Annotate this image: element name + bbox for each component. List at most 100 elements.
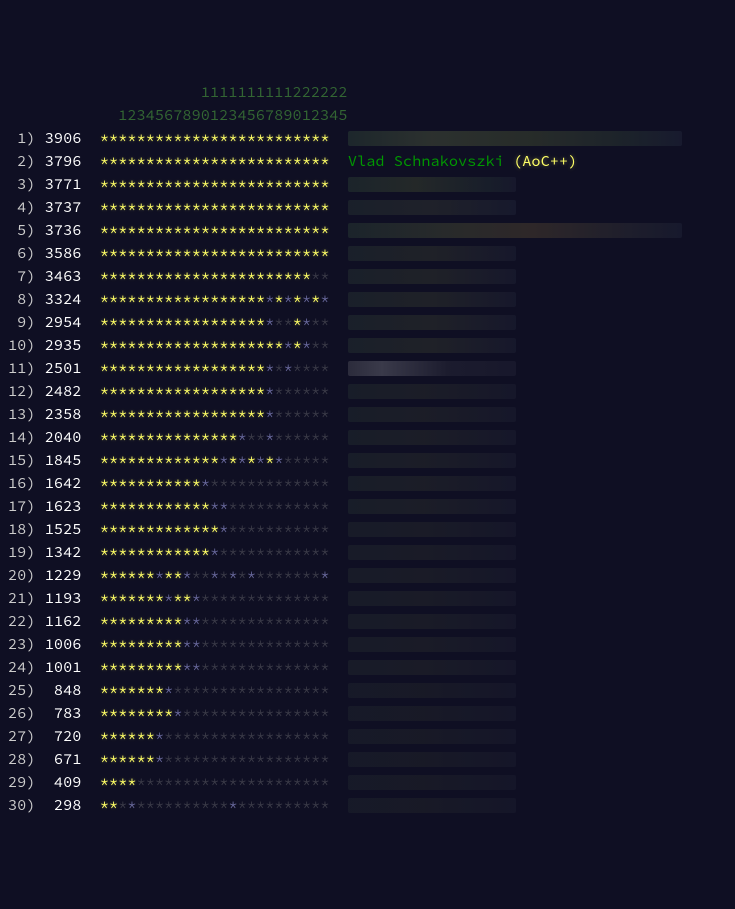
star-gold: * [274, 290, 283, 309]
star-gold: * [100, 520, 109, 539]
star-none: * [284, 520, 293, 539]
star-none: * [311, 313, 320, 332]
star-gold: * [164, 474, 173, 493]
anonymous-user [348, 292, 516, 307]
star-none: * [256, 750, 265, 769]
star-gold: * [109, 474, 118, 493]
star-gold: * [164, 382, 173, 401]
star-gold: * [210, 428, 219, 447]
star-gold: * [146, 474, 155, 493]
star-gold: * [238, 152, 247, 171]
star-gold: * [137, 727, 146, 746]
star-gold: * [146, 750, 155, 769]
star-gold: * [293, 336, 302, 355]
leaderboard-row: 20) 1229 ************************* [8, 564, 727, 587]
star-silver: * [302, 290, 311, 309]
star-gold: * [137, 405, 146, 424]
star-gold: * [146, 727, 155, 746]
star-none: * [247, 635, 256, 654]
star-gold: * [201, 543, 210, 562]
star-none: * [228, 750, 237, 769]
star-gold: * [293, 267, 302, 286]
star-gold: * [238, 359, 247, 378]
leaderboard-row: 29) 409 ************************* [8, 771, 727, 794]
star-gold: * [238, 382, 247, 401]
star-gold: * [173, 428, 182, 447]
star-gold: * [118, 681, 127, 700]
star-gold: * [146, 566, 155, 585]
star-none: * [155, 796, 164, 815]
star-silver: * [238, 428, 247, 447]
star-gold: * [164, 152, 173, 171]
star-none: * [183, 704, 192, 723]
star-none: * [293, 727, 302, 746]
star-none: * [210, 474, 219, 493]
rank: 1) [8, 129, 36, 148]
star-none: * [302, 382, 311, 401]
leaderboard-row: 18) 1525 ************************* [8, 518, 727, 541]
star-none: * [247, 543, 256, 562]
star-gold: * [256, 405, 265, 424]
star-gold: * [146, 405, 155, 424]
star-gold: * [173, 313, 182, 332]
user-name[interactable]: Vlad Schnakovszki [348, 152, 504, 171]
leaderboard-row: 11) 2501 ************************* [8, 357, 727, 380]
leaderboard-row: 17) 1623 ************************* [8, 495, 727, 518]
score: 1001 [36, 658, 82, 677]
score: 1162 [36, 612, 82, 631]
star-gold: * [265, 336, 274, 355]
star-gold: * [118, 175, 127, 194]
star-gold: * [247, 244, 256, 263]
star-none: * [274, 543, 283, 562]
star-gold: * [155, 267, 164, 286]
star-gold: * [127, 129, 136, 148]
star-gold: * [256, 313, 265, 332]
star-silver: * [192, 589, 201, 608]
star-gold: * [256, 359, 265, 378]
star-none: * [265, 497, 274, 516]
star-none: * [201, 635, 210, 654]
star-gold: * [201, 359, 210, 378]
star-gold: * [201, 244, 210, 263]
star-none: * [228, 497, 237, 516]
star-none: * [274, 359, 283, 378]
star-gold: * [201, 313, 210, 332]
star-gold: * [238, 405, 247, 424]
star-none: * [210, 796, 219, 815]
star-gold: * [109, 382, 118, 401]
star-gold: * [164, 612, 173, 631]
star-silver: * [155, 727, 164, 746]
star-gold: * [164, 405, 173, 424]
star-gold: * [164, 244, 173, 263]
star-none: * [302, 497, 311, 516]
star-gold: * [238, 198, 247, 217]
anonymous-user [348, 361, 516, 376]
star-gold: * [293, 313, 302, 332]
star-gold: * [284, 152, 293, 171]
star-none: * [284, 612, 293, 631]
star-none: * [228, 474, 237, 493]
anonymous-user [348, 568, 516, 583]
star-gold: * [100, 497, 109, 516]
star-none: * [265, 543, 274, 562]
star-none: * [210, 635, 219, 654]
star-none: * [311, 750, 320, 769]
star-none: * [228, 704, 237, 723]
star-gold: * [228, 359, 237, 378]
score: 2501 [36, 359, 82, 378]
star-none: * [265, 727, 274, 746]
anonymous-user [348, 177, 516, 192]
star-gold: * [274, 336, 283, 355]
star-gold: * [192, 359, 201, 378]
rank: 20) [8, 566, 36, 585]
star-gold: * [192, 152, 201, 171]
star-none: * [284, 382, 293, 401]
star-none: * [274, 474, 283, 493]
star-gold: * [109, 451, 118, 470]
star-gold: * [137, 175, 146, 194]
star-silver: * [228, 566, 237, 585]
star-gold: * [183, 244, 192, 263]
star-gold: * [100, 198, 109, 217]
star-none: * [320, 520, 329, 539]
star-none: * [247, 497, 256, 516]
